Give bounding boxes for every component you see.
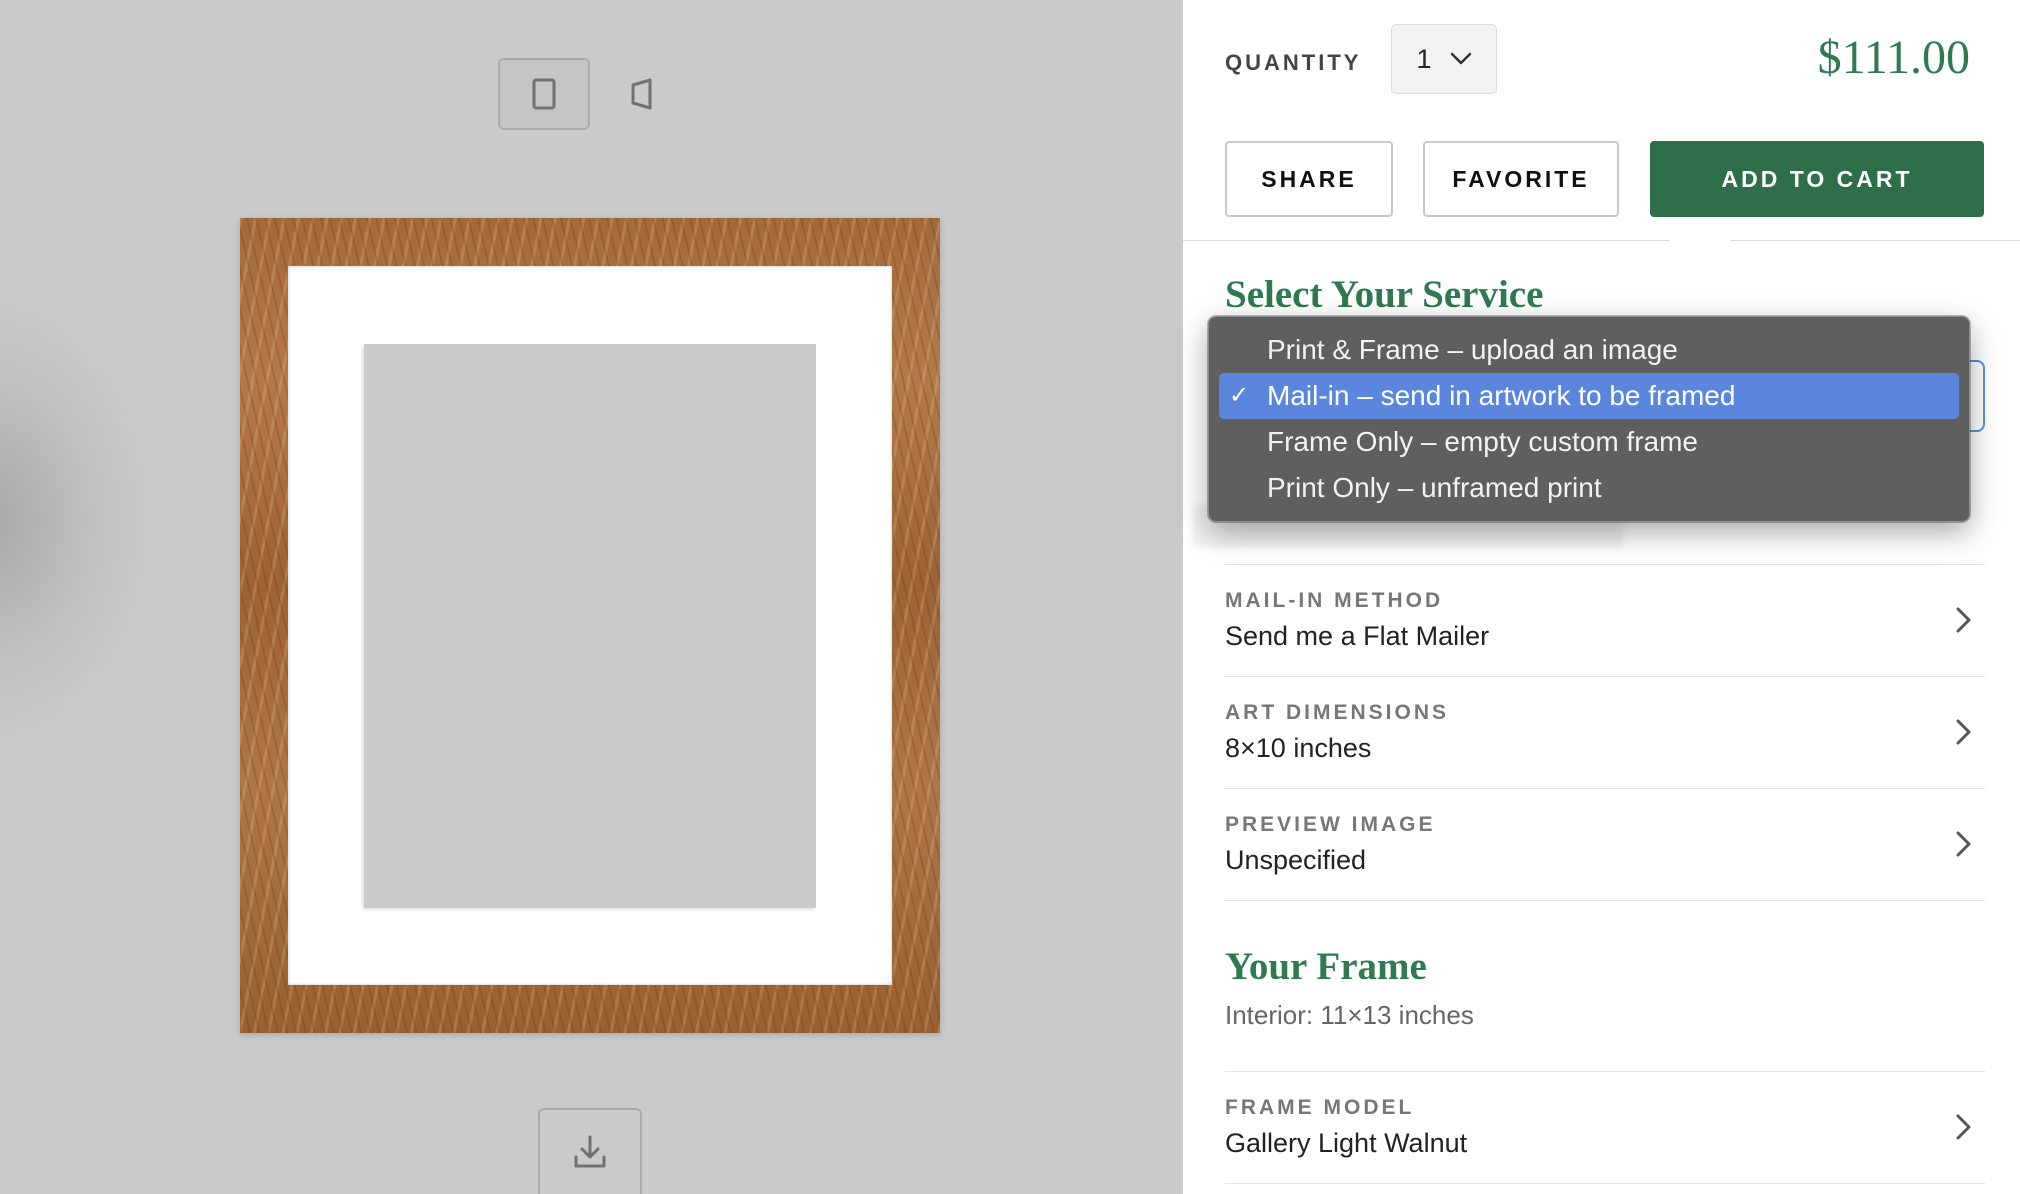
option-row-frame-model[interactable]: FRAME MODEL Gallery Light Walnut — [1225, 1071, 1985, 1183]
frame-section-title: Your Frame — [1225, 945, 1427, 988]
quantity-label: QUANTITY — [1225, 50, 1362, 75]
share-button[interactable]: SHARE — [1225, 141, 1393, 217]
header-divider — [1183, 240, 2020, 241]
landscape-orientation-icon — [631, 78, 652, 110]
service-dropdown-menu: Print & Frame – upload an image ✓ Mail-i… — [1208, 316, 1970, 522]
options-divider — [1225, 900, 1985, 901]
service-section-title: Select Your Service — [1225, 273, 1544, 316]
option-text: Mail-in – send in artwork to be framed — [1267, 380, 1736, 411]
artwork-placeholder — [364, 344, 816, 908]
option-text: Print & Frame – upload an image — [1267, 334, 1678, 365]
download-icon — [574, 1135, 606, 1168]
service-option-mail-in[interactable]: ✓ Mail-in – send in artwork to be framed — [1219, 373, 1959, 419]
orientation-toggle — [498, 58, 668, 130]
option-label: ART DIMENSIONS — [1225, 701, 1450, 724]
header-divider-gap — [1670, 232, 1730, 250]
favorite-button[interactable]: FAVORITE — [1423, 141, 1619, 217]
chevron-down-icon — [1450, 52, 1471, 65]
frame-interior-size: Interior: 11×13 inches — [1225, 1000, 1474, 1030]
option-value: Send me a Flat Mailer — [1225, 621, 1490, 651]
picture-frame — [240, 218, 940, 1033]
chevron-right-icon — [1956, 831, 1971, 857]
chevron-right-icon — [1956, 719, 1971, 745]
checkmark-icon: ✓ — [1229, 382, 1250, 409]
option-text: Print Only – unframed print — [1267, 472, 1602, 503]
service-option-print-only[interactable]: Print Only – unframed print — [1219, 465, 1959, 511]
price: $111.00 — [1817, 31, 1970, 84]
frame-divider — [1225, 1183, 1985, 1184]
portrait-orientation-icon — [532, 78, 556, 110]
option-value: Unspecified — [1225, 845, 1367, 875]
option-label: PREVIEW IMAGE — [1225, 813, 1436, 836]
option-value: 8×10 inches — [1225, 733, 1372, 763]
frame-preview-pane — [0, 0, 1183, 1194]
option-row-mail-in-method[interactable]: MAIL-IN METHOD Send me a Flat Mailer — [1225, 564, 1985, 676]
frame-mat — [288, 266, 892, 985]
option-text: Frame Only – empty custom frame — [1267, 426, 1699, 457]
option-label: MAIL-IN METHOD — [1225, 589, 1444, 612]
background-shadow — [0, 300, 150, 740]
add-to-cart-button[interactable]: ADD TO CART — [1650, 141, 1984, 217]
download-button[interactable] — [538, 1108, 642, 1194]
product-details-pane: QUANTITY 1 $111.00 SHARE FAVORITE ADD TO… — [1183, 0, 2020, 1194]
option-value: Gallery Light Walnut — [1225, 1128, 1468, 1158]
option-label: FRAME MODEL — [1225, 1096, 1415, 1119]
chevron-right-icon — [1956, 1114, 1971, 1140]
quantity-select[interactable]: 1 — [1391, 24, 1497, 94]
chevron-right-icon — [1956, 607, 1971, 633]
option-row-art-dimensions[interactable]: ART DIMENSIONS 8×10 inches — [1225, 676, 1985, 788]
landscape-orientation-button[interactable] — [616, 58, 668, 130]
service-option-frame-only[interactable]: Frame Only – empty custom frame — [1219, 419, 1959, 465]
quantity-value: 1 — [1416, 43, 1432, 74]
option-row-preview-image[interactable]: PREVIEW IMAGE Unspecified — [1225, 788, 1985, 900]
service-option-print-and-frame[interactable]: Print & Frame – upload an image — [1219, 327, 1959, 373]
portrait-orientation-button[interactable] — [498, 58, 590, 130]
